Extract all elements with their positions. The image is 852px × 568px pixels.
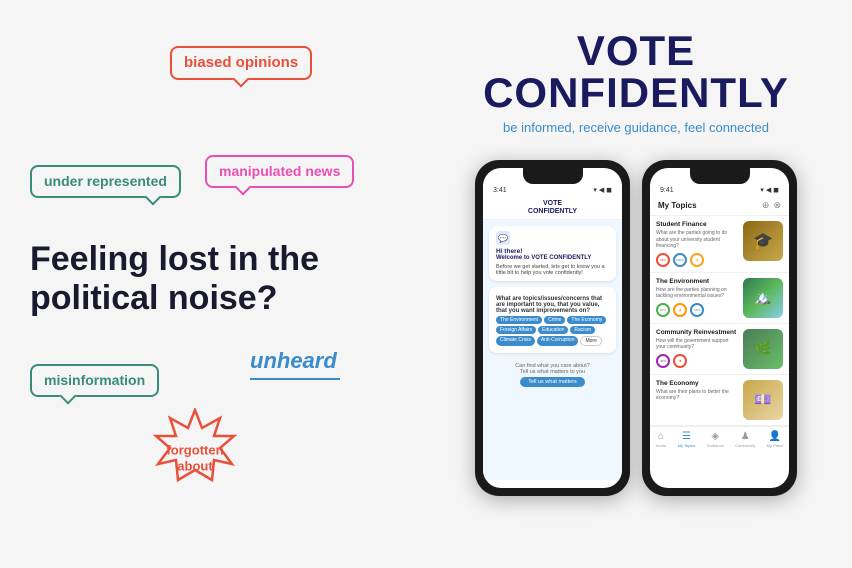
unheard-text: unheard bbox=[250, 348, 337, 374]
tag-row-2: Foreign Affairs Education Racism bbox=[496, 326, 609, 334]
stat-c1: 40% bbox=[656, 354, 670, 368]
chat-area: 💬 Hi there! Welcome to VOTE CONFIDENTLY … bbox=[483, 220, 622, 480]
bubble-biased-opinions: biased opinions bbox=[170, 46, 312, 80]
phone1-header: VOTE CONFIDENTLY bbox=[483, 196, 622, 220]
bubble-manipulated-news: manipulated news bbox=[205, 155, 354, 188]
nav-my-topics[interactable]: ☰ My Topics bbox=[678, 431, 696, 448]
phone-1: 3:41 ▾ ◀ ◼ VOTE CONFIDENTLY 💬 Hi there! … bbox=[475, 160, 630, 496]
phone-2-notch bbox=[690, 168, 750, 184]
stat-3: 🛡 bbox=[690, 253, 704, 267]
topic-img-env: 🏔️ bbox=[743, 278, 783, 318]
topic-img-community: 🌿 bbox=[743, 329, 783, 369]
tag-climate[interactable]: Climate Crisis bbox=[496, 336, 535, 346]
topic-img-economy: 💷 bbox=[743, 380, 783, 420]
chat-bubble-greeting: 💬 Hi there! Welcome to VOTE CONFIDENTLY … bbox=[489, 226, 616, 281]
settings-icon-phone2[interactable]: ⊗ bbox=[773, 200, 781, 211]
topic-stats-comm: 40% 🛡 bbox=[656, 354, 738, 368]
tag-row-3: Climate Crisis Anti-Corruption More bbox=[496, 336, 609, 346]
stat-e3: 62% bbox=[690, 303, 704, 317]
community-icon: ♟ bbox=[741, 431, 750, 442]
phone2-nav: ⌂ Home ☰ My Topics ◈ Guidance ♟ Communit… bbox=[650, 426, 789, 451]
search-icon-phone2[interactable]: ⊕ bbox=[762, 200, 770, 211]
nav-my-panel[interactable]: 👤 My Panel bbox=[767, 431, 784, 448]
tag-education[interactable]: Education bbox=[538, 326, 568, 334]
bubble-forgotten-about: forgotten about bbox=[140, 408, 250, 508]
phone-1-screen: 3:41 ▾ ◀ ◼ VOTE CONFIDENTLY 💬 Hi there! … bbox=[483, 168, 622, 488]
phone1-logo: VOTE CONFIDENTLY bbox=[489, 200, 616, 215]
guidance-icon: ◈ bbox=[711, 431, 719, 442]
topic-item-community[interactable]: Community Reinvestment How will the gove… bbox=[650, 324, 789, 375]
chat-icon: 💬 bbox=[496, 231, 510, 245]
topic-item-economy[interactable]: The Economy What are their plans to bett… bbox=[650, 375, 789, 426]
vote-confidently-title: VOTE CONFIDENTLY bbox=[483, 30, 789, 114]
tell-us-button[interactable]: Tell us what matters bbox=[520, 377, 585, 387]
bubble-under-represented: under represented bbox=[30, 165, 181, 198]
vote-subtitle: be informed, receive guidance, feel conn… bbox=[503, 120, 769, 135]
bubble-misinformation: misinformation bbox=[30, 364, 159, 397]
phone-1-status: 3:41 ▾ ◀ ◼ bbox=[483, 184, 622, 196]
nav-home[interactable]: ⌂ Home bbox=[656, 431, 667, 448]
topic-item-student-finance[interactable]: Student Finance What are the parties goi… bbox=[650, 216, 789, 273]
nav-guidance[interactable]: ◈ Guidance bbox=[707, 431, 724, 448]
home-icon: ⌂ bbox=[658, 431, 664, 442]
tag-foreign[interactable]: Foreign Affairs bbox=[496, 326, 536, 334]
unheard-underline bbox=[250, 378, 340, 380]
tag-corruption[interactable]: Anti-Corruption bbox=[537, 336, 579, 346]
tag-environment[interactable]: The Environment bbox=[496, 316, 542, 324]
topic-item-environment[interactable]: The Environment How are the parties plan… bbox=[650, 273, 789, 324]
phone-1-notch bbox=[523, 168, 583, 184]
topic-img-finance: 🎓 bbox=[743, 221, 783, 261]
tag-economy[interactable]: The Economy bbox=[567, 316, 606, 324]
main-heading: Feeling lost in the political noise? bbox=[30, 240, 319, 318]
tag-more[interactable]: More bbox=[580, 336, 601, 346]
right-section: VOTE CONFIDENTLY be informed, receive gu… bbox=[420, 0, 852, 568]
stat-e1: 25% bbox=[656, 303, 670, 317]
phone2-header: My Topics ⊕ ⊗ bbox=[650, 196, 789, 216]
chat-footer: Can find what you care about? Tell us wh… bbox=[489, 359, 616, 391]
topic-stats-env: 25% 🛡 62% bbox=[656, 303, 738, 317]
tag-racism[interactable]: Racism bbox=[570, 326, 595, 334]
stat-e2: 🛡 bbox=[673, 303, 687, 317]
phone-2-status: 9:41 ▾ ◀ ◼ bbox=[650, 184, 789, 196]
left-section: biased opinions under represented manipu… bbox=[0, 0, 420, 568]
topic-stats-finance: 35% 100% 🛡 bbox=[656, 253, 738, 267]
chat-bubble-question: What are topics/issues/concerns that are… bbox=[489, 287, 616, 353]
phones-container: 3:41 ▾ ◀ ◼ VOTE CONFIDENTLY 💬 Hi there! … bbox=[475, 160, 797, 496]
stat-c2: 🛡 bbox=[673, 354, 687, 368]
phone-2-screen: 9:41 ▾ ◀ ◼ My Topics ⊕ ⊗ Student Finance… bbox=[650, 168, 789, 488]
topics-icon: ☰ bbox=[682, 431, 691, 442]
tag-row-1: The Environment Crime The Economy bbox=[496, 316, 609, 324]
tag-crime[interactable]: Crime bbox=[544, 316, 565, 324]
panel-icon: 👤 bbox=[769, 431, 781, 442]
nav-community[interactable]: ♟ Community bbox=[735, 431, 755, 448]
stat-2: 100% bbox=[673, 253, 687, 267]
stat-1: 35% bbox=[656, 253, 670, 267]
phone-2: 9:41 ▾ ◀ ◼ My Topics ⊕ ⊗ Student Finance… bbox=[642, 160, 797, 496]
